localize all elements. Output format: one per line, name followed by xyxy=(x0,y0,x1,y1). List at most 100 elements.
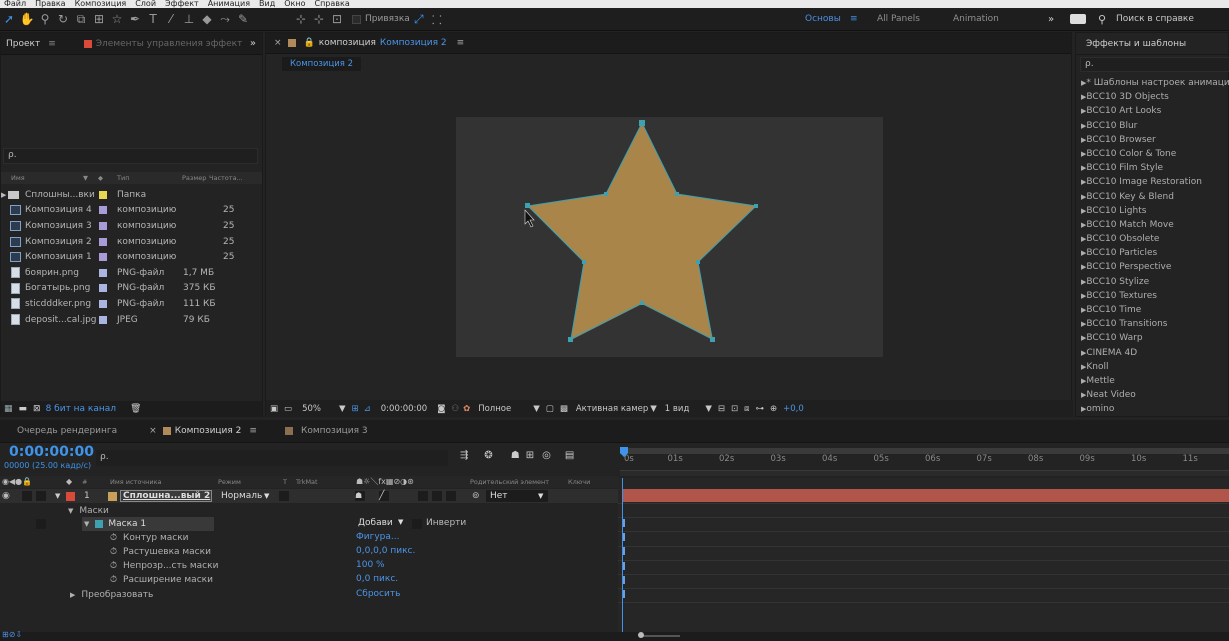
effect-category[interactable]: ▶BCC10 Perspective xyxy=(1076,260,1229,274)
project-item[interactable]: sticdddker.png PNG-файл 111 КБ xyxy=(1,296,262,312)
effect-category[interactable]: ▶Mettle xyxy=(1076,374,1229,388)
column-mode[interactable]: Режим xyxy=(218,478,241,486)
workspace-overflow-icon[interactable]: » xyxy=(1048,14,1054,25)
transform-reset-link[interactable]: Сбросить xyxy=(356,589,400,599)
menu-item-2[interactable]: Композиция xyxy=(75,0,127,8)
project-item[interactable]: Богатырь.png PNG-файл 375 КБ xyxy=(1,281,262,297)
graph-editor-icon[interactable]: ▤ xyxy=(565,450,574,461)
motion-blur-icon[interactable]: ◎ xyxy=(542,450,551,461)
menu-item-4[interactable]: Эффект xyxy=(165,0,199,8)
zoom-chevron-icon[interactable]: ▼ xyxy=(339,404,346,414)
workspace-all-panels[interactable]: All Panels xyxy=(877,14,920,24)
label-color-icon[interactable] xyxy=(99,315,107,324)
safe-areas-icon[interactable]: ⊞ xyxy=(352,404,359,414)
tab-effect-controls[interactable]: Элементы управления эффект xyxy=(96,39,243,49)
mask-expand-icon[interactable]: ▼ xyxy=(84,520,89,528)
effect-category[interactable]: ▶BCC10 Obsolete xyxy=(1076,232,1229,246)
project-item[interactable]: Композиция 1 композицию 25 xyxy=(1,249,262,265)
pixel-aspect-icon[interactable]: ⊟ xyxy=(718,404,725,414)
mask-visibility-icon[interactable]: ⊿ xyxy=(364,404,371,414)
clone-stamp-tool-icon[interactable]: ⊥ xyxy=(180,12,198,26)
column-source-name[interactable]: Имя источника xyxy=(110,478,162,486)
pan-behind-tool-icon[interactable]: ⊞ xyxy=(90,12,108,26)
flowchart-icon[interactable]: ⊶ xyxy=(756,404,765,414)
quality-switch-icon[interactable]: ╱ xyxy=(379,491,389,501)
mask-mode-chevron-icon[interactable]: ▼ xyxy=(398,518,403,526)
label-color-icon[interactable] xyxy=(99,221,107,230)
parent-chevron-icon[interactable]: ▼ xyxy=(538,492,543,500)
comp-viewer[interactable] xyxy=(266,33,1073,418)
tab-project[interactable]: Проект xyxy=(6,39,40,49)
workspace-animation[interactable]: Animation xyxy=(953,14,999,24)
channel-icon[interactable]: ✿ xyxy=(463,404,470,414)
adjustment-switch[interactable] xyxy=(418,491,428,501)
stopwatch-icon[interactable]: ⏱ xyxy=(110,561,117,571)
effects-search-input[interactable]: ρ. xyxy=(1080,57,1229,72)
effect-category[interactable]: ▶BCC10 Art Looks xyxy=(1076,104,1229,118)
stopwatch-icon[interactable]: ⏱ xyxy=(110,547,117,557)
project-item[interactable]: Композиция 3 композицию 25 xyxy=(1,218,262,234)
project-item[interactable]: ▶ Сплошны...вки Папка xyxy=(1,187,262,203)
label-color-icon[interactable] xyxy=(99,268,107,277)
time-ruler[interactable]: 0s 01s 02s 03s 04s 05s 06s 07s 08s 09s 10s 11s xyxy=(620,444,1229,478)
effect-category[interactable]: ▶Knoll xyxy=(1076,360,1229,374)
type-tool-icon[interactable]: T xyxy=(144,12,162,26)
tab-timeline-comp-2[interactable]: Композиция 2 xyxy=(175,426,242,436)
star-tool-icon[interactable]: ☆ xyxy=(108,12,126,26)
stopwatch-icon[interactable]: ⏱ xyxy=(110,533,117,543)
monitor-icon[interactable]: ▭ xyxy=(284,404,292,414)
project-tab-menu-icon[interactable]: ≡ xyxy=(48,39,56,49)
effect-category[interactable]: ▶BCC10 Textures xyxy=(1076,289,1229,303)
label-color-icon[interactable] xyxy=(99,253,107,262)
tab-timeline-comp-3[interactable]: Композиция 3 xyxy=(301,426,368,436)
exposure-reset-icon[interactable]: ⊕ xyxy=(770,404,777,414)
comp-mini-flowchart-icon[interactable]: ⇶ xyxy=(460,450,468,461)
workspace-essentials[interactable]: Основы xyxy=(805,14,841,24)
exposure-value[interactable]: +0,0 xyxy=(783,404,804,414)
zoom-tool-icon[interactable]: ⚲ xyxy=(36,12,54,26)
effect-category[interactable]: ▶BCC10 Blur xyxy=(1076,119,1229,133)
new-composition-icon[interactable]: ⊠ xyxy=(33,404,41,414)
label-color-icon[interactable] xyxy=(99,299,107,308)
effect-category[interactable]: ▶BCC10 Film Style xyxy=(1076,161,1229,175)
invert-checkbox[interactable] xyxy=(412,519,422,529)
project-item[interactable]: deposit...cal.jpg JPEG 79 КБ xyxy=(1,312,262,328)
camera-tool-icon[interactable]: ⧉ xyxy=(72,12,90,27)
layer-label-icon[interactable] xyxy=(66,491,75,501)
mask-1-row[interactable]: ▼ Маска 1 xyxy=(82,517,214,531)
project-search-input[interactable]: ρ. xyxy=(3,148,258,164)
layer-row[interactable]: ◉ ▼ 1 Сплошна...вый 2 Нормаль ▼ ☗ ╱ ⊚ Не… xyxy=(0,489,618,503)
zoom-select[interactable]: 50% xyxy=(302,404,321,414)
menu-item-0[interactable]: Файл xyxy=(4,0,26,8)
timeline-search-input[interactable]: ρ. xyxy=(96,450,448,466)
mask-value-expansion[interactable]: 0,0 пикс. xyxy=(356,574,398,584)
eraser-tool-icon[interactable]: ◆ xyxy=(198,12,216,26)
layer-name[interactable]: Сплошна...вый 2 xyxy=(120,490,212,502)
resolution-select[interactable]: Полное xyxy=(478,404,511,414)
menu-item-7[interactable]: Окно xyxy=(284,0,305,8)
shy-switch-icon[interactable]: ☗ xyxy=(355,491,365,501)
project-item[interactable]: Композиция 4 композицию 25 xyxy=(1,203,262,219)
effect-category[interactable]: ▶Neat Video xyxy=(1076,388,1229,402)
axis-world-icon[interactable]: ⊹ xyxy=(310,12,328,26)
hand-tool-icon[interactable]: ✋ xyxy=(18,12,36,26)
zoom-slider[interactable] xyxy=(640,635,680,637)
effect-category[interactable]: ▶BCC10 Time xyxy=(1076,303,1229,317)
frame-blending-icon[interactable]: ⊞ xyxy=(526,450,534,461)
close-timeline-tab-icon[interactable]: × xyxy=(149,426,157,436)
menu-item-5[interactable]: Анимация xyxy=(208,0,250,8)
effect-category[interactable]: ▶BCC10 Transitions xyxy=(1076,317,1229,331)
visibility-eye-icon[interactable]: ◉ xyxy=(2,491,10,501)
snap-features-icon[interactable]: ⸬ xyxy=(428,11,446,28)
column-size[interactable]: Размер xyxy=(182,174,206,182)
mask-lock-switch[interactable] xyxy=(36,519,46,529)
menu-item-8[interactable]: Справка xyxy=(314,0,349,8)
mask-name[interactable]: Маска 1 xyxy=(108,519,146,529)
snapshot-icon[interactable]: ◙ xyxy=(437,404,445,414)
menu-item-1[interactable]: Правка xyxy=(35,0,65,8)
workspace-menu-icon[interactable]: ≡ xyxy=(850,14,858,24)
resolution-chevron-icon[interactable]: ▼ xyxy=(533,404,540,414)
masks-expand-icon[interactable]: ▼ xyxy=(68,507,73,515)
layer-expand-icon[interactable]: ▼ xyxy=(55,492,60,500)
mask-mode-select[interactable]: Добави xyxy=(358,518,393,528)
